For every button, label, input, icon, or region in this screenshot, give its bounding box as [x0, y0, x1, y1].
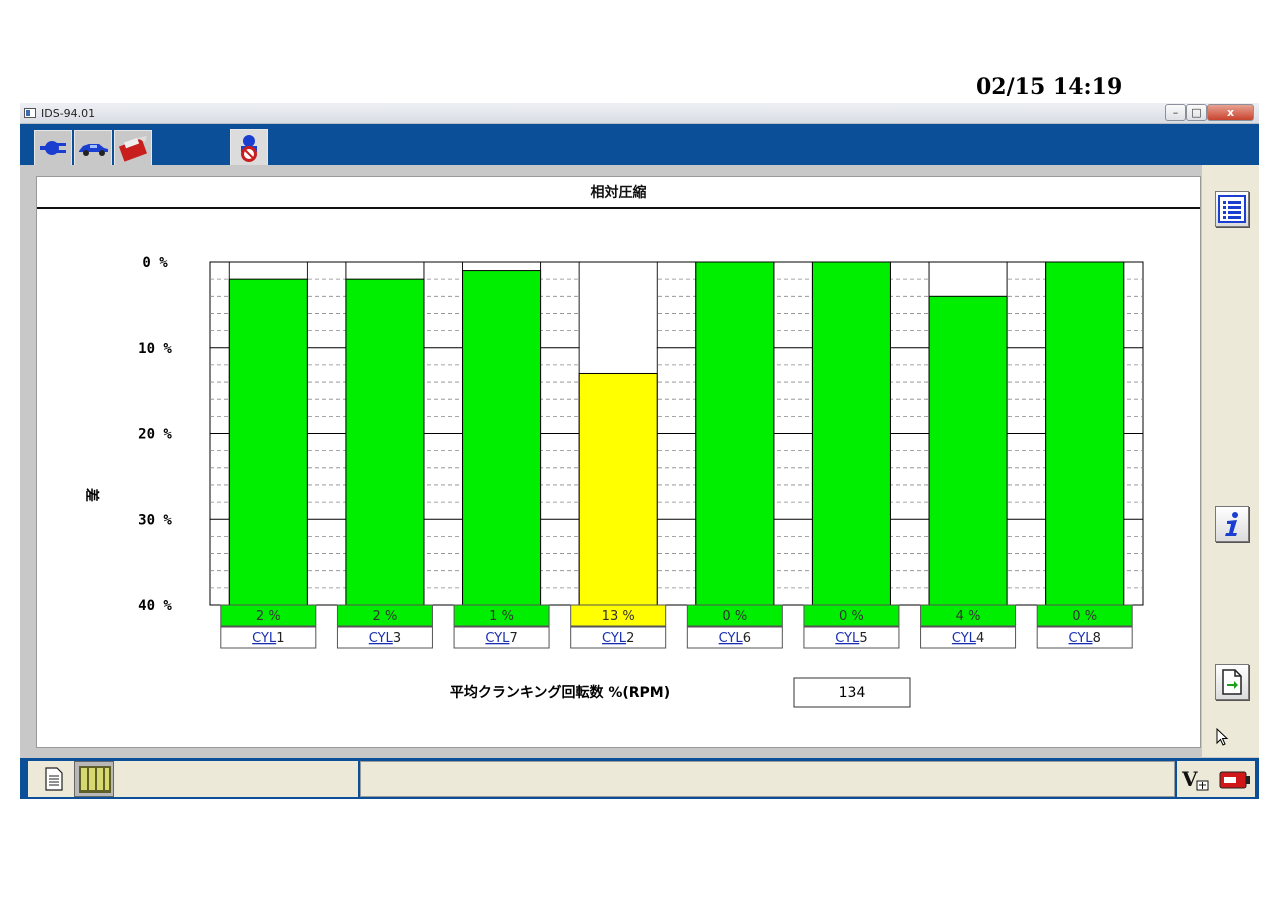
- category-number: 2: [626, 631, 634, 646]
- category-number: 4: [976, 631, 984, 646]
- value-label: 13 %: [602, 609, 635, 624]
- category-label[interactable]: CYL6: [719, 631, 751, 646]
- value-label: 0 %: [1072, 609, 1097, 624]
- category-number: 5: [859, 631, 867, 646]
- value-label: 1 %: [489, 609, 514, 624]
- y-tick-label: 0 %: [142, 255, 168, 271]
- bar: [928, 295, 1008, 606]
- compression-chart: 0 %10 %20 %30 %40 %差2 %CYL12 %CYL31 %CYL…: [83, 255, 1144, 708]
- value-label: 0 %: [722, 609, 747, 624]
- bar-empty-area: [346, 262, 424, 280]
- bar-empty-area: [929, 262, 1007, 297]
- bar-empty-area: [229, 262, 307, 280]
- category-number: 6: [743, 631, 751, 646]
- category-label[interactable]: CYL5: [835, 631, 867, 646]
- category-label[interactable]: CYL3: [369, 631, 401, 646]
- category-link[interactable]: CYL: [952, 631, 977, 646]
- category-link[interactable]: CYL: [1069, 631, 1094, 646]
- category-label[interactable]: CYL2: [602, 631, 634, 646]
- category-number: 3: [393, 631, 401, 646]
- bar: [228, 278, 308, 606]
- bar: [811, 261, 891, 606]
- bar: [345, 278, 425, 606]
- bar: [1045, 261, 1125, 606]
- y-tick-label: 20 %: [138, 427, 172, 443]
- screen: 02/15 14:19 IDS-94.01 – □ x 相対圧縮 V 0 % 1…: [0, 0, 1280, 905]
- bar: [462, 270, 542, 606]
- category-link[interactable]: CYL: [485, 631, 510, 646]
- y-axis-title: 差: [83, 488, 100, 502]
- bar: [578, 372, 658, 606]
- y-tick-label: 40 %: [138, 598, 172, 614]
- category-link[interactable]: CYL: [835, 631, 860, 646]
- bar: [695, 261, 775, 606]
- value-label: 2 %: [256, 609, 281, 624]
- rpm-label: 平均クランキング回転数 %(RPM): [450, 684, 670, 701]
- y-tick-label: 10 %: [138, 341, 172, 357]
- category-number: 7: [509, 631, 517, 646]
- bar-empty-area: [463, 262, 541, 271]
- category-label[interactable]: CYL7: [485, 631, 517, 646]
- category-number: 1: [276, 631, 284, 646]
- category-label[interactable]: CYL8: [1069, 631, 1101, 646]
- category-label[interactable]: CYL4: [952, 631, 984, 646]
- y-tick-label: 30 %: [138, 512, 172, 528]
- mouse-cursor-icon: [1216, 728, 1229, 746]
- bar-empty-area: [579, 262, 657, 374]
- category-link[interactable]: CYL: [602, 631, 627, 646]
- category-link[interactable]: CYL: [719, 631, 744, 646]
- rpm-value: 134: [839, 685, 866, 701]
- category-label[interactable]: CYL1: [252, 631, 284, 646]
- value-label: 0 %: [839, 609, 864, 624]
- value-label: 2 %: [373, 609, 398, 624]
- category-link[interactable]: CYL: [369, 631, 394, 646]
- category-number: 8: [1093, 631, 1101, 646]
- value-label: 4 %: [956, 609, 981, 624]
- category-link[interactable]: CYL: [252, 631, 277, 646]
